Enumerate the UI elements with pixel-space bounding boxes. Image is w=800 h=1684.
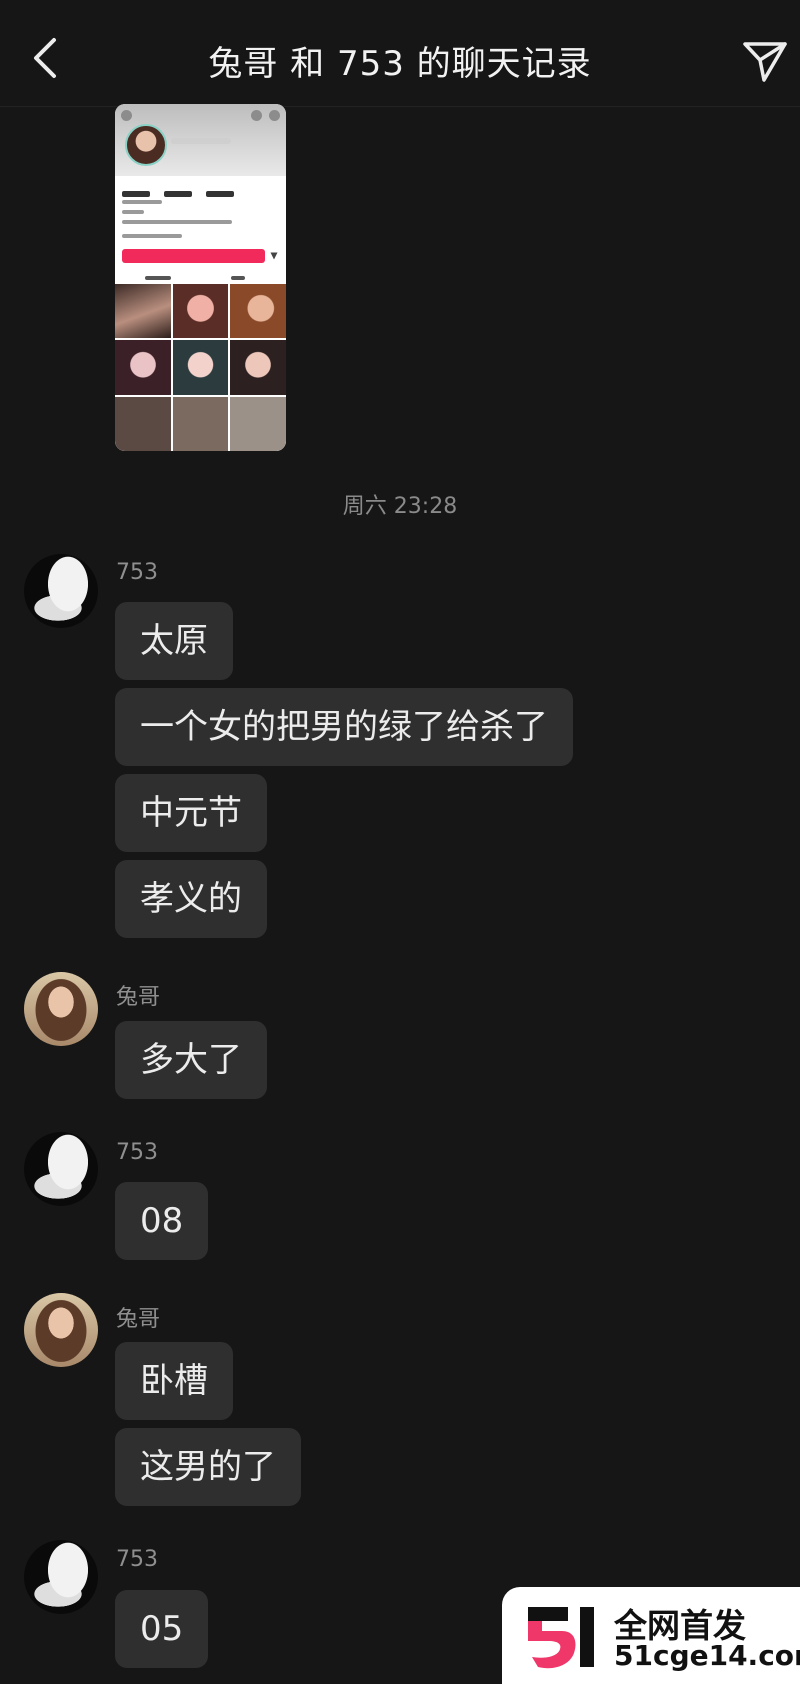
profile-stats [122,182,272,197]
video-thumbnail [115,340,171,395]
video-thumbnail [230,284,286,339]
sender-name: 753 [116,1140,158,1165]
video-thumbnail [230,396,286,451]
video-thumbnail [172,284,229,339]
shared-profile-image[interactable] [115,104,286,451]
chevron-down-icon [270,252,278,260]
video-thumbnail [172,396,229,451]
follow-button [122,249,265,263]
avatar-753[interactable] [24,1132,98,1206]
sender-name: 753 [116,560,158,585]
message-bubble[interactable]: 卧槽 [115,1342,233,1420]
message-bubble[interactable]: 08 [115,1182,209,1260]
profile-header-image [115,104,286,176]
video-thumbnail [172,340,229,395]
message-bubble[interactable]: 这男的了 [115,1428,301,1506]
message-bubble[interactable]: 多大了 [115,1021,267,1099]
sender-name: 兔哥 [116,1307,161,1332]
watermark: 全网首发 51cge14.com [502,1587,800,1684]
message-bubble[interactable]: 孝义的 [115,860,267,938]
site-logo [528,1607,594,1669]
menu-dot [269,110,280,121]
avatar-753[interactable] [24,554,98,628]
profile-avatar [125,124,167,166]
time-divider: 周六 23:28 [342,494,458,519]
message-bubble[interactable]: 一个女的把男的绿了给杀了 [115,688,573,766]
send-icon[interactable] [742,38,788,84]
video-grid [115,284,286,451]
profile-name [171,138,231,144]
sender-name: 753 [116,1547,158,1572]
message-bubble[interactable]: 太原 [115,602,233,680]
top-bar: 兔哥 和 753 的聊天记录 [0,0,800,107]
video-thumbnail [230,340,286,395]
profile-text-line [122,234,182,238]
sender-name: 兔哥 [116,985,161,1010]
watermark-url: 51cge14.com [614,1639,800,1672]
page-title: 兔哥 和 753 的聊天记录 [208,44,592,84]
avatar-tuge[interactable] [24,1293,98,1367]
message-bubble[interactable]: 05 [115,1590,209,1668]
profile-text-line [122,210,144,214]
profile-text-line [122,200,162,204]
menu-dot [121,110,132,121]
avatar-753[interactable] [24,1540,98,1614]
avatar-tuge[interactable] [24,972,98,1046]
profile-text-line [122,220,232,224]
video-thumbnail [115,284,171,339]
message-bubble[interactable]: 中元节 [115,774,267,852]
menu-dot [251,110,262,121]
video-thumbnail [115,396,171,451]
